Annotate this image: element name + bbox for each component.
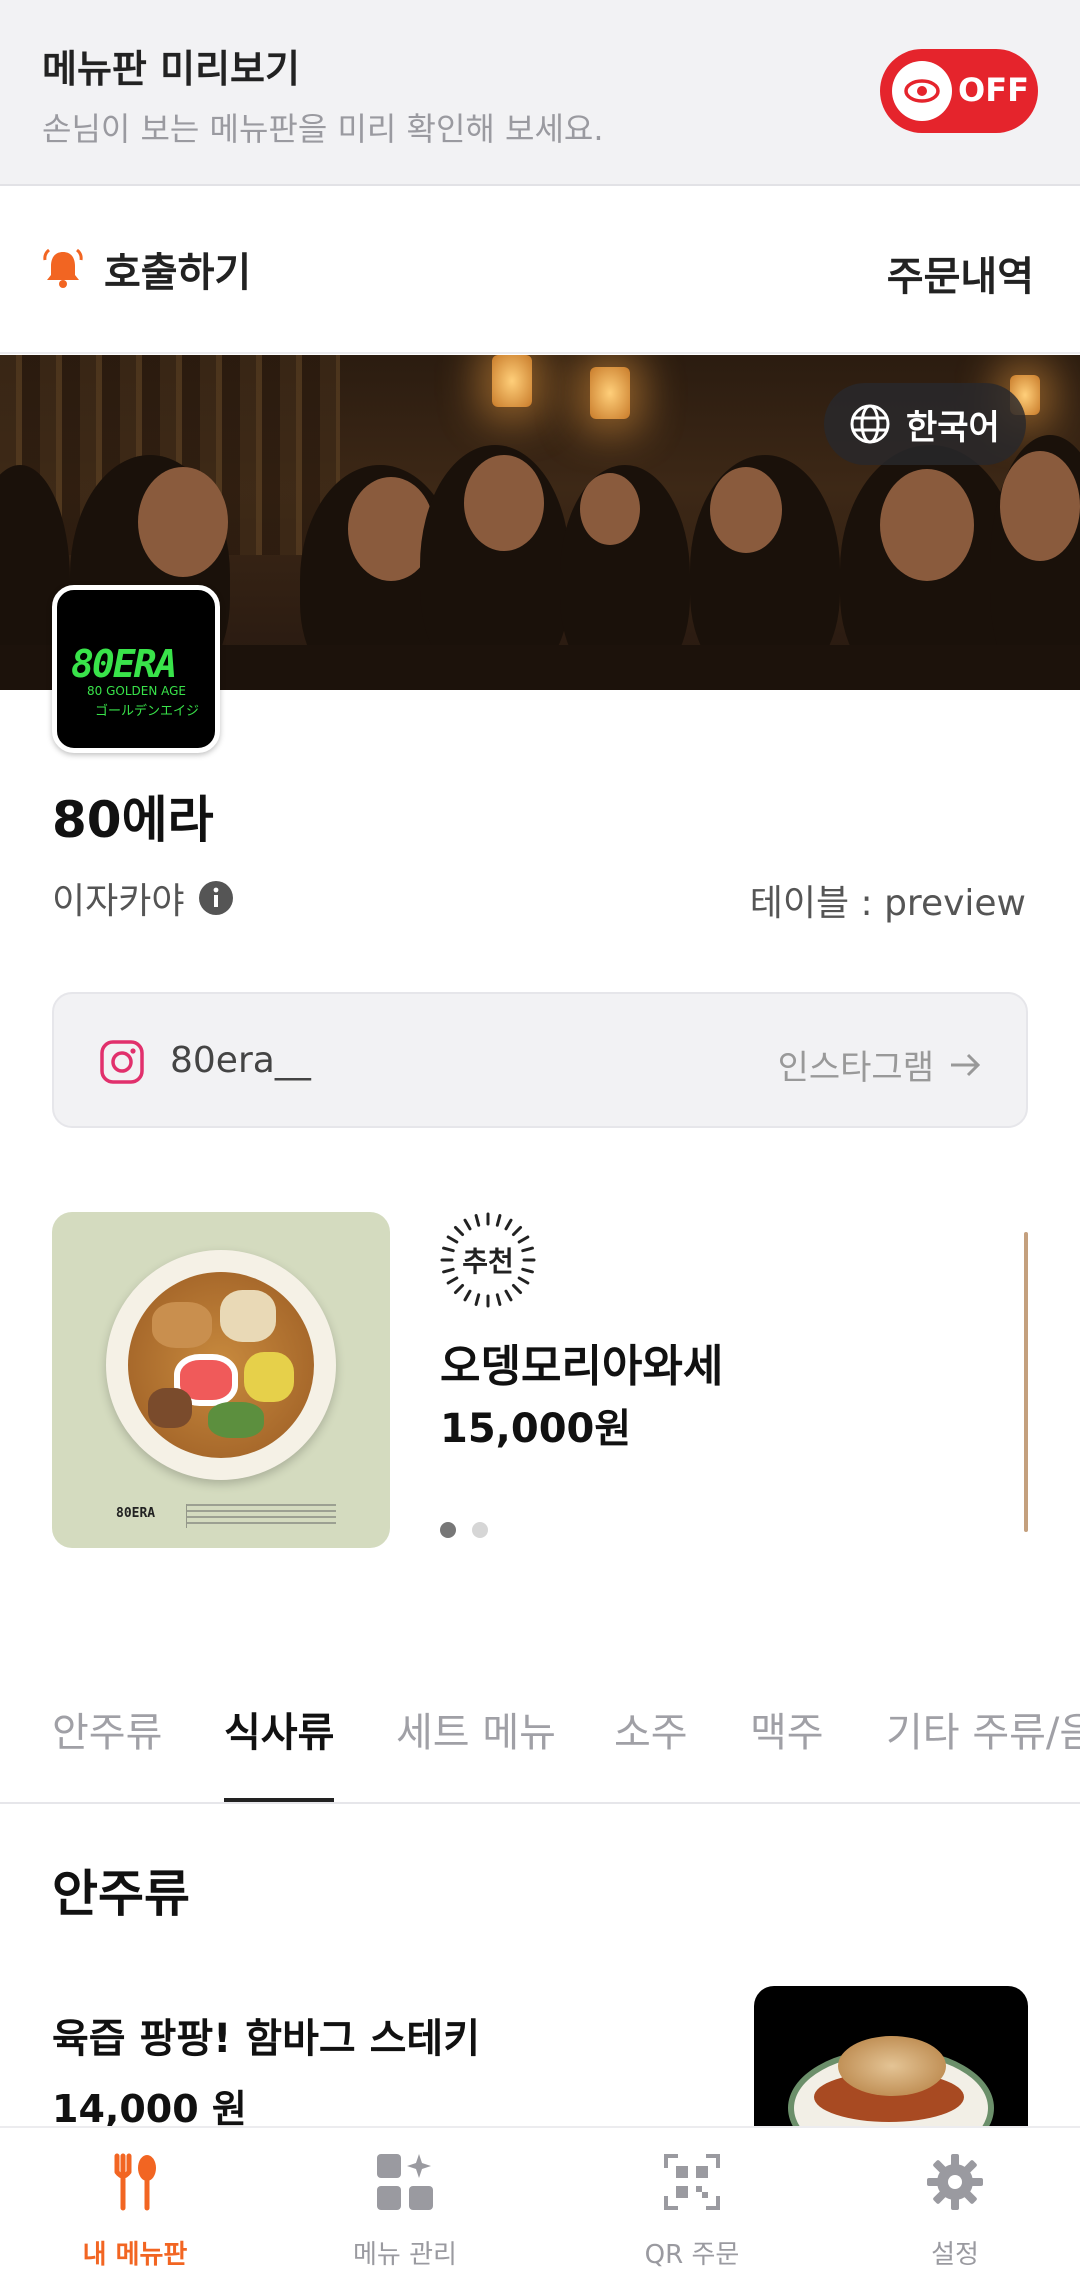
- order-history-link[interactable]: 주문내역: [887, 244, 1034, 302]
- globe-icon: [850, 404, 890, 444]
- table-info: 테이블 : preview: [749, 883, 1026, 924]
- nav-label: 내 메뉴판: [82, 2240, 188, 2270]
- store-logo: 80ERA 80 GOLDEN AGE ゴールデンエイジ: [52, 585, 220, 753]
- badge-ray: [453, 1225, 465, 1237]
- face: [710, 467, 782, 553]
- food-piece: [152, 1302, 212, 1348]
- instagram-link: 인스타그램: [778, 1040, 982, 1089]
- face: [464, 455, 544, 551]
- instagram-link-card[interactable]: 80era__ 인스타그램: [52, 992, 1028, 1128]
- menu-item-name[interactable]: 육즙 팡팡! 함바그 스테키: [52, 2006, 480, 2064]
- badge-ray: [495, 1293, 502, 1306]
- badge-ray: [495, 1214, 502, 1227]
- face: [880, 469, 974, 581]
- tab-meals[interactable]: 식사류: [224, 1700, 334, 1758]
- badge-ray: [511, 1225, 523, 1237]
- top-header: 호출하기 주문내역: [0, 188, 1080, 354]
- bottom-navigation: 내 메뉴판 메뉴 관리 QR 주문 설정: [0, 2126, 1080, 2281]
- recommend-badge-label: 추천: [462, 1245, 514, 1278]
- tab-other-drinks[interactable]: 기타 주류/음: [886, 1700, 1080, 1758]
- gear-icon: [927, 2154, 983, 2210]
- image-brand-mark: 80ERA: [116, 1506, 156, 1521]
- lantern: [590, 367, 630, 419]
- food-piece: [208, 1402, 264, 1438]
- nav-my-menu[interactable]: 내 메뉴판: [0, 2128, 270, 2281]
- recommended-item-image[interactable]: 80ERA: [52, 1212, 390, 1548]
- badge-ray: [511, 1283, 523, 1295]
- food-piece: [148, 1388, 192, 1428]
- badge-ray: [463, 1289, 472, 1302]
- nav-label: QR 주문: [644, 2240, 740, 2270]
- menu-item-price: 14,000 원: [52, 2087, 247, 2131]
- grid-sparkle-icon: [377, 2154, 433, 2210]
- fork-spoon-icon: [114, 2153, 156, 2211]
- badge-ray: [463, 1218, 472, 1231]
- language-selector[interactable]: 한국어: [824, 383, 1026, 465]
- oden-bowl: [106, 1250, 336, 1480]
- store-category: 이자카야: [52, 872, 234, 924]
- preview-subtitle: 손님이 보는 메뉴판을 미리 확인해 보세요.: [42, 110, 604, 148]
- hamburg-steak: [838, 2036, 946, 2096]
- call-label: 호출하기: [104, 250, 252, 296]
- badge-ray: [474, 1293, 481, 1306]
- store-name: 80에라: [52, 791, 214, 849]
- bell-icon: [43, 248, 83, 288]
- nav-label: 메뉴 관리: [353, 2240, 457, 2270]
- qr-code-icon: [664, 2154, 720, 2210]
- section-title: 안주류: [52, 1865, 190, 1923]
- badge-ray: [474, 1214, 481, 1227]
- eye-icon: [904, 79, 940, 103]
- preview-bar: 메뉴판 미리보기 손님이 보는 메뉴판을 미리 확인해 보세요. OFF: [0, 0, 1080, 186]
- food-piece: [220, 1290, 276, 1342]
- carousel-indicator: [440, 1522, 504, 1538]
- tab-set-menu[interactable]: 세트 메뉴: [396, 1700, 556, 1758]
- toggle-knob: [892, 61, 952, 121]
- arrow-right-icon: [951, 1053, 981, 1076]
- preview-toggle[interactable]: OFF: [880, 49, 1038, 133]
- nav-settings[interactable]: 설정: [820, 2128, 1080, 2281]
- recommended-item-price: 15,000원: [440, 1406, 632, 1452]
- category-tabs: 안주류 식사류 세트 메뉴 소주 맥주 기타 주류/음: [0, 1680, 1080, 1804]
- recommended-item-name: 오뎅모리아와세: [440, 1341, 724, 1392]
- call-staff-button[interactable]: 호출하기: [40, 240, 251, 298]
- toggle-label: OFF: [958, 71, 1029, 109]
- menu-item-image[interactable]: [754, 1986, 1028, 2126]
- preview-title: 메뉴판 미리보기: [42, 47, 300, 91]
- food-piece: [244, 1352, 294, 1402]
- logo-subtitle: 80 GOLDEN AGE: [87, 684, 187, 698]
- nav-menu-management[interactable]: 메뉴 관리: [270, 2128, 540, 2281]
- language-label: 한국어: [906, 407, 1000, 448]
- oden-broth: [128, 1272, 314, 1458]
- nav-label: 설정: [931, 2240, 979, 2270]
- face: [1000, 451, 1080, 561]
- logo-wordmark: 80ERA: [71, 642, 177, 686]
- badge-ray: [504, 1289, 513, 1302]
- face: [580, 473, 640, 545]
- tab-anju[interactable]: 안주류: [52, 1700, 162, 1758]
- tab-beer[interactable]: 맥주: [750, 1700, 824, 1758]
- carousel-dot[interactable]: [472, 1522, 488, 1538]
- active-tab-indicator: [224, 1798, 334, 1802]
- lantern: [492, 355, 532, 407]
- info-icon[interactable]: [198, 880, 234, 916]
- instagram-id: 80era__: [170, 1040, 311, 1081]
- logo-subtitle-jp: ゴールデンエイジ: [95, 704, 200, 719]
- next-card-peek[interactable]: [1024, 1232, 1028, 1532]
- instagram-link-label: 인스타그램: [777, 1048, 934, 1088]
- nav-qr-order[interactable]: QR 주문: [557, 2128, 827, 2281]
- carousel-dot[interactable]: [440, 1522, 456, 1538]
- category-label: 이자카야: [52, 881, 185, 922]
- badge-ray: [453, 1283, 465, 1295]
- face: [138, 467, 228, 577]
- image-fine-print: [186, 1504, 336, 1528]
- instagram-icon: [100, 1040, 144, 1084]
- tab-soju[interactable]: 소주: [614, 1700, 688, 1758]
- badge-ray: [504, 1218, 513, 1231]
